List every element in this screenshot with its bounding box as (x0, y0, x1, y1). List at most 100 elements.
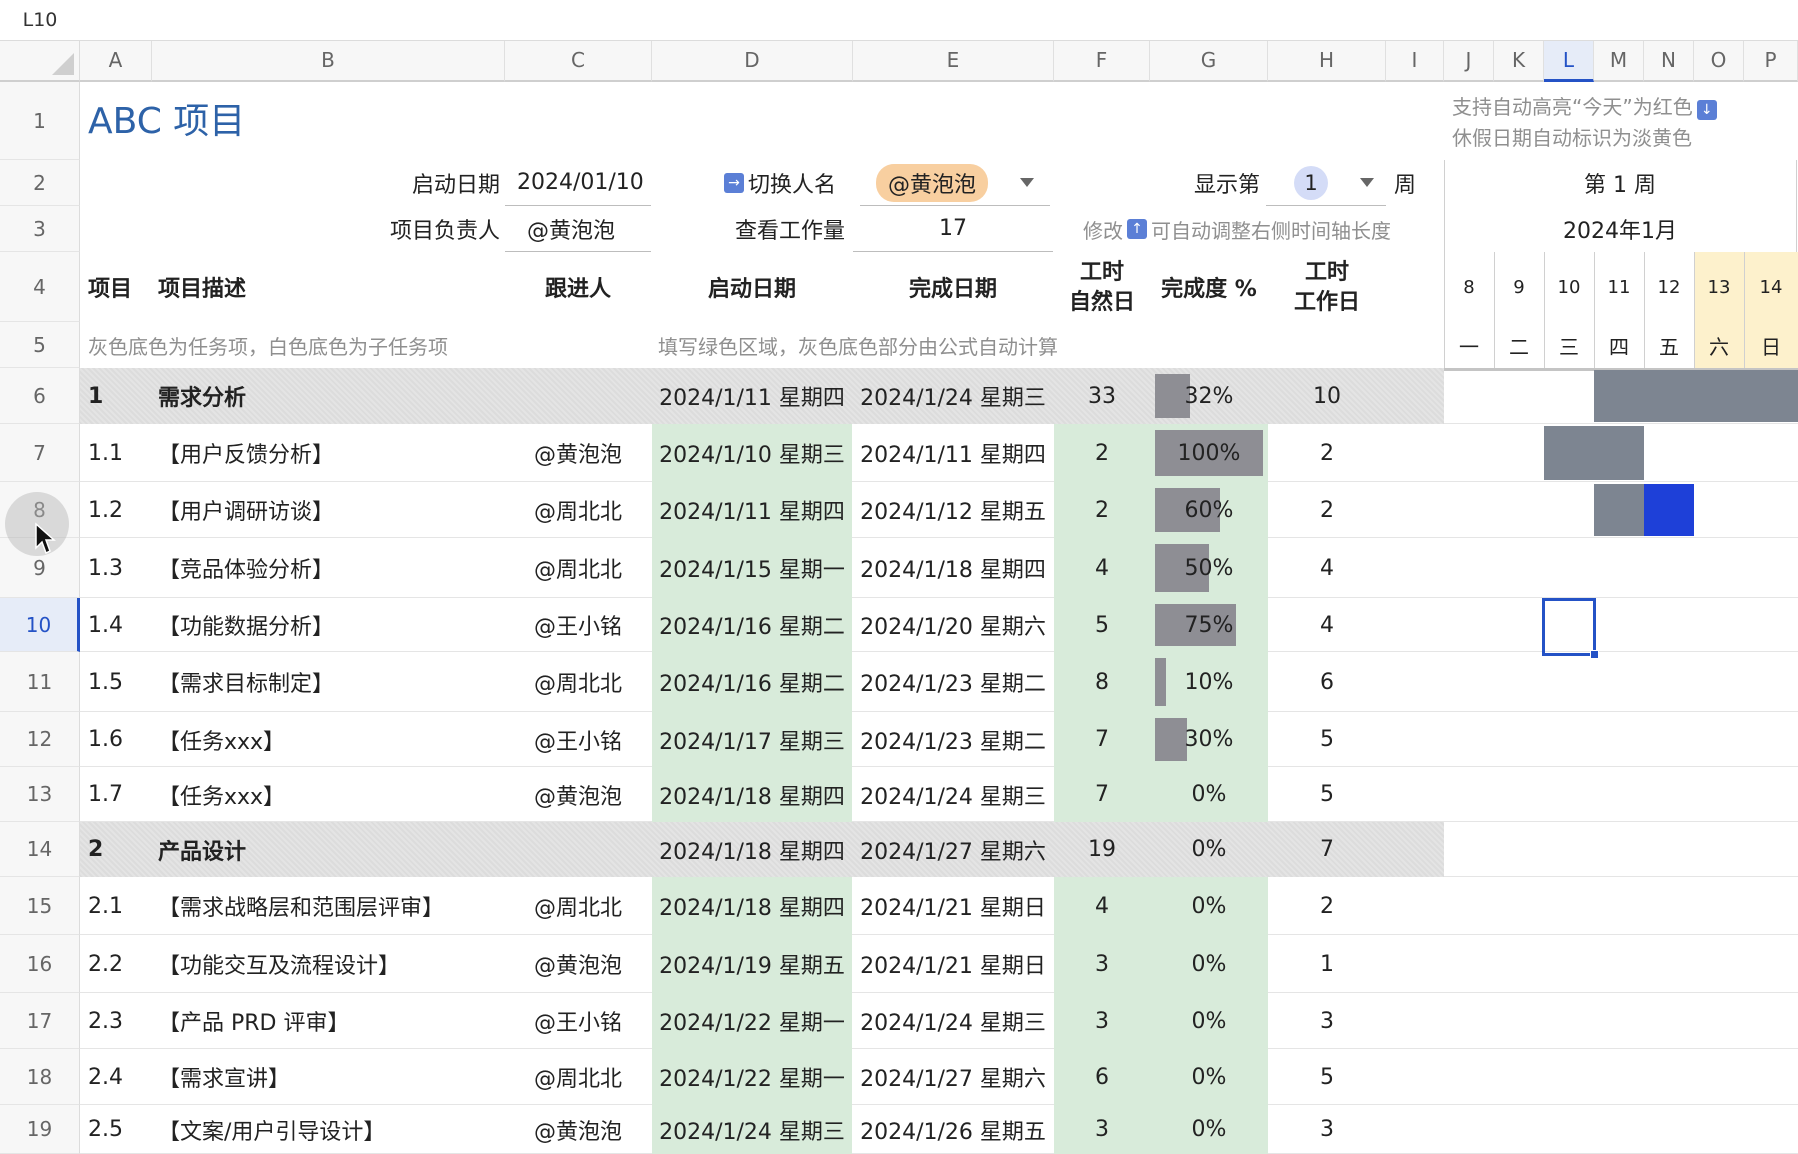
task-desc[interactable]: 【功能交互及流程设计】 (158, 935, 498, 993)
task-start[interactable]: 2024/1/18 星期四 (652, 877, 852, 935)
task-desc[interactable]: 【用户调研访谈】 (158, 482, 498, 538)
task-progress[interactable]: 0% (1150, 993, 1268, 1049)
task-end[interactable]: 2024/1/12 星期五 (853, 482, 1053, 538)
chevron-down-icon[interactable] (1360, 178, 1374, 187)
column-header-E[interactable]: E (853, 41, 1054, 82)
task-work-days[interactable]: 10 (1268, 368, 1386, 424)
start-date-field[interactable]: 2024/01/10 (505, 160, 651, 206)
task-start[interactable]: 2024/1/11 星期四 (652, 482, 852, 538)
task-person[interactable]: @周北北 (505, 482, 651, 538)
task-end[interactable]: 2024/1/26 星期五 (853, 1105, 1053, 1154)
task-desc[interactable]: 【功能数据分析】 (158, 598, 498, 652)
column-header-H[interactable]: H (1268, 41, 1386, 82)
task-end[interactable]: 2024/1/24 星期三 (853, 993, 1053, 1049)
task-end[interactable]: 2024/1/24 星期三 (853, 767, 1053, 822)
task-id[interactable]: 1.6 (88, 712, 148, 767)
column-header-J[interactable]: J (1444, 41, 1494, 82)
task-work-days[interactable]: 5 (1268, 712, 1386, 767)
task-id[interactable]: 2.1 (88, 877, 148, 935)
task-id[interactable]: 2.4 (88, 1049, 148, 1105)
task-cal-days[interactable]: 8 (1054, 652, 1150, 712)
task-progress[interactable]: 0% (1150, 935, 1268, 993)
task-person[interactable]: @周北北 (505, 1049, 651, 1105)
task-cal-days[interactable]: 4 (1054, 877, 1150, 935)
column-header-D[interactable]: D (652, 41, 853, 82)
task-work-days[interactable]: 7 (1268, 822, 1386, 877)
task-start[interactable]: 2024/1/16 星期二 (652, 652, 852, 712)
row-header-11[interactable]: 11 (0, 652, 80, 712)
task-progress[interactable]: 60% (1150, 482, 1268, 538)
task-end[interactable]: 2024/1/11 星期四 (853, 424, 1053, 482)
select-all-corner[interactable] (0, 41, 80, 82)
row-header-18[interactable]: 18 (0, 1049, 80, 1105)
column-header-O[interactable]: O (1694, 41, 1744, 82)
task-work-days[interactable]: 5 (1268, 1049, 1386, 1105)
task-cal-days[interactable]: 33 (1054, 368, 1150, 424)
task-work-days[interactable]: 5 (1268, 767, 1386, 822)
task-start[interactable]: 2024/1/15 星期一 (652, 538, 852, 598)
task-desc[interactable]: 【需求目标制定】 (158, 652, 498, 712)
task-start[interactable]: 2024/1/17 星期三 (652, 712, 852, 767)
task-person[interactable]: @黄泡泡 (505, 424, 651, 482)
task-start[interactable]: 2024/1/10 星期三 (652, 424, 852, 482)
task-progress[interactable]: 30% (1150, 712, 1268, 767)
task-id[interactable]: 2 (88, 822, 148, 877)
column-header-N[interactable]: N (1644, 41, 1694, 82)
task-id[interactable]: 2.5 (88, 1105, 148, 1154)
task-id[interactable]: 1.7 (88, 767, 148, 822)
task-cal-days[interactable]: 2 (1054, 424, 1150, 482)
task-progress[interactable]: 0% (1150, 877, 1268, 935)
task-person[interactable]: @王小铭 (505, 993, 651, 1049)
week-dropdown[interactable]: 1 (1266, 160, 1386, 206)
task-desc[interactable]: 需求分析 (158, 368, 498, 424)
column-header-P[interactable]: P (1744, 41, 1798, 82)
task-cal-days[interactable]: 6 (1054, 1049, 1150, 1105)
task-start[interactable]: 2024/1/18 星期四 (652, 822, 852, 877)
task-person[interactable]: @王小铭 (505, 598, 651, 652)
column-header-K[interactable]: K (1494, 41, 1544, 82)
task-work-days[interactable]: 2 (1268, 482, 1386, 538)
task-work-days[interactable]: 3 (1268, 1105, 1386, 1154)
task-cal-days[interactable]: 5 (1054, 598, 1150, 652)
task-work-days[interactable]: 1 (1268, 935, 1386, 993)
task-person[interactable]: @黄泡泡 (505, 935, 651, 993)
task-end[interactable]: 2024/1/21 星期日 (853, 935, 1053, 993)
workload-field[interactable]: 17 (853, 206, 1053, 252)
chevron-down-icon[interactable] (1020, 178, 1035, 187)
column-header-L[interactable]: L (1544, 41, 1594, 82)
task-desc[interactable]: 【任务xxx】 (158, 712, 498, 767)
task-cal-days[interactable]: 3 (1054, 1105, 1150, 1154)
task-id[interactable]: 1 (88, 368, 148, 424)
task-progress[interactable]: 100% (1150, 424, 1268, 482)
task-desc[interactable]: 产品设计 (158, 822, 498, 877)
task-end[interactable]: 2024/1/18 星期四 (853, 538, 1053, 598)
task-end[interactable]: 2024/1/23 星期二 (853, 652, 1053, 712)
task-work-days[interactable]: 2 (1268, 424, 1386, 482)
task-start[interactable]: 2024/1/11 星期四 (652, 368, 852, 424)
row-header-16[interactable]: 16 (0, 935, 80, 993)
task-start[interactable]: 2024/1/22 星期一 (652, 993, 852, 1049)
column-header-C[interactable]: C (505, 41, 652, 82)
task-person[interactable]: @王小铭 (505, 712, 651, 767)
task-cal-days[interactable]: 3 (1054, 935, 1150, 993)
task-end[interactable]: 2024/1/24 星期三 (853, 368, 1053, 424)
row-header-12[interactable]: 12 (0, 712, 80, 767)
selected-cell-L10[interactable] (1542, 598, 1599, 659)
task-work-days[interactable]: 2 (1268, 877, 1386, 935)
task-id[interactable]: 1.1 (88, 424, 148, 482)
task-progress[interactable]: 32% (1150, 368, 1268, 424)
row-header-6[interactable]: 6 (0, 368, 80, 424)
task-person[interactable]: @周北北 (505, 538, 651, 598)
task-person[interactable]: @黄泡泡 (505, 767, 651, 822)
row-header-13[interactable]: 13 (0, 767, 80, 822)
row-header-3[interactable]: 3 (0, 206, 80, 252)
task-work-days[interactable]: 4 (1268, 538, 1386, 598)
column-header-A[interactable]: A (80, 41, 152, 82)
column-header-M[interactable]: M (1594, 41, 1644, 82)
task-cal-days[interactable]: 7 (1054, 767, 1150, 822)
row-header-14[interactable]: 14 (0, 822, 80, 877)
switch-person-dropdown[interactable]: @黄泡泡 (860, 160, 1050, 206)
task-cal-days[interactable]: 7 (1054, 712, 1150, 767)
task-desc[interactable]: 【任务xxx】 (158, 767, 498, 822)
task-progress[interactable]: 10% (1150, 652, 1268, 712)
